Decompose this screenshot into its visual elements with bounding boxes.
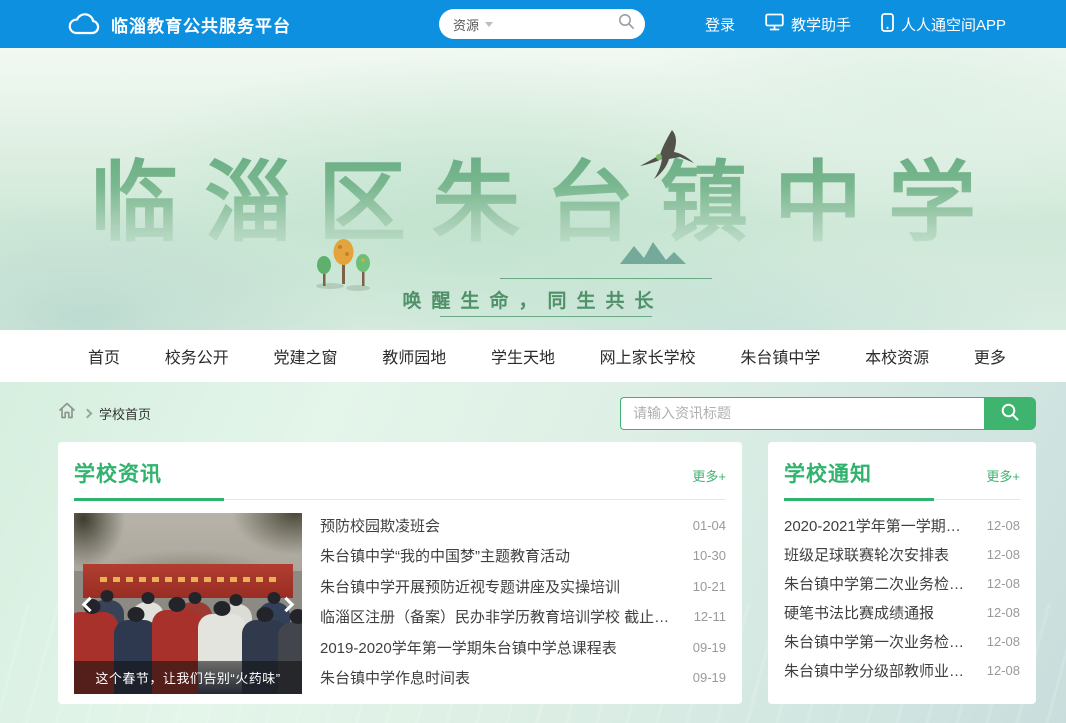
news-item-title[interactable]: 朱台镇中学作息时间表 bbox=[320, 667, 470, 688]
notice-item-title[interactable]: 硬笔书法比赛成绩通报 bbox=[784, 602, 934, 623]
notice-list-item[interactable]: 朱台镇中学第一次业务检查的 12-08 bbox=[784, 631, 1020, 652]
news-item-title[interactable]: 预防校园欺凌班会 bbox=[320, 515, 440, 536]
news-item-title[interactable]: 2019-2020学年第一学期朱台镇中学总课程表 bbox=[320, 637, 617, 658]
notice-item-date: 12-08 bbox=[987, 605, 1020, 620]
news-list-item[interactable]: 朱台镇中学作息时间表 09-19 bbox=[320, 667, 726, 688]
nav-item[interactable]: 网上家长学校 bbox=[600, 344, 696, 368]
school-notice-card: 学校通知 更多+ 2020-2021学年第一学期足球 12-08 班级足球联赛轮… bbox=[768, 442, 1036, 704]
nav-item[interactable]: 党建之窗 bbox=[273, 344, 337, 368]
news-more-link[interactable]: 更多+ bbox=[692, 466, 726, 485]
platform-title: 临淄教育公共服务平台 bbox=[111, 12, 291, 37]
news-list-item[interactable]: 朱台镇中学“我的中国梦”主题教育活动 10-30 bbox=[320, 545, 726, 566]
notice-item-date: 12-08 bbox=[987, 663, 1020, 678]
notice-item-title[interactable]: 班级足球联赛轮次安排表 bbox=[784, 544, 949, 565]
teaching-assistant-link[interactable]: 教学助手 bbox=[765, 13, 851, 35]
notice-item-date: 12-08 bbox=[987, 576, 1020, 591]
nav-item[interactable]: 朱台镇中学 bbox=[740, 344, 820, 368]
news-card-header: 学校资讯 更多+ bbox=[58, 442, 742, 488]
news-item-date: 10-21 bbox=[693, 579, 726, 594]
school-slogan: 唤醒生命，同生共长 bbox=[402, 291, 663, 312]
main-nav: 首页 校务公开 党建之窗 教师园地 学生天地 网上家长学校 朱台镇中学 本校资源… bbox=[0, 330, 1066, 382]
news-list-item[interactable]: 朱台镇中学开展预防近视专题讲座及实操培训 10-21 bbox=[320, 576, 726, 597]
top-bar: 临淄教育公共服务平台 资源 登录 教学助手 bbox=[0, 0, 1066, 48]
breadcrumb-chevron-icon bbox=[83, 409, 93, 419]
chevron-down-icon[interactable] bbox=[485, 22, 493, 27]
news-item-title[interactable]: 朱台镇中学开展预防近视专题讲座及实操培训 bbox=[320, 576, 620, 597]
notice-list-item[interactable]: 硬笔书法比赛成绩通报 12-08 bbox=[784, 602, 1020, 623]
school-name: 临淄区朱台镇中学 bbox=[0, 132, 1066, 259]
slogan-line-bottom bbox=[440, 316, 652, 317]
breadcrumb: 学校首页 bbox=[58, 402, 151, 424]
news-card-title: 学校资讯 bbox=[74, 458, 162, 488]
news-card-body: 这个春节，让我们告别“火药味” 预防校园欺凌班会 01-04 朱台镇中学“我的中… bbox=[58, 501, 742, 694]
home-icon[interactable] bbox=[58, 402, 76, 424]
breadcrumb-current[interactable]: 学校首页 bbox=[99, 404, 151, 423]
notice-card-header: 学校通知 更多+ bbox=[768, 442, 1036, 488]
news-item-date: 09-19 bbox=[693, 640, 726, 655]
nav-item[interactable]: 校务公开 bbox=[165, 344, 229, 368]
notice-list-item[interactable]: 2020-2021学年第一学期足球 12-08 bbox=[784, 515, 1020, 536]
swallow-icon bbox=[636, 128, 698, 185]
slogan-line-top bbox=[500, 278, 712, 279]
news-item-title[interactable]: 朱台镇中学“我的中国梦”主题教育活动 bbox=[320, 545, 570, 566]
renrentong-app-label: 人人通空间APP bbox=[901, 14, 1006, 35]
notice-item-date: 12-08 bbox=[987, 518, 1020, 533]
news-list: 预防校园欺凌班会 01-04 朱台镇中学“我的中国梦”主题教育活动 10-30 … bbox=[320, 513, 726, 694]
breadcrumb-row: 学校首页 bbox=[0, 396, 1066, 430]
notice-list-item[interactable]: 班级足球联赛轮次安排表 12-08 bbox=[784, 544, 1020, 565]
search-icon[interactable] bbox=[618, 13, 635, 35]
notice-item-date: 12-08 bbox=[987, 547, 1020, 562]
news-item-title[interactable]: 临淄区注册（备案）民办非学历教育培训学校 截止2019 bbox=[320, 606, 675, 627]
nav-item[interactable]: 首页 bbox=[88, 344, 120, 368]
news-item-date: 09-19 bbox=[693, 670, 726, 685]
login-label: 登录 bbox=[705, 14, 735, 35]
notice-card-title: 学校通知 bbox=[784, 458, 872, 488]
monitor-icon bbox=[765, 13, 784, 35]
notice-list: 2020-2021学年第一学期足球 12-08 班级足球联赛轮次安排表 12-0… bbox=[768, 501, 1036, 697]
notice-item-title[interactable]: 朱台镇中学第一次业务检查的 bbox=[784, 631, 974, 652]
search-icon bbox=[1000, 402, 1020, 425]
news-card-divider bbox=[74, 498, 726, 501]
login-link[interactable]: 登录 bbox=[705, 14, 735, 35]
news-carousel[interactable]: 这个春节，让我们告别“火药味” bbox=[74, 513, 302, 694]
notice-item-date: 12-08 bbox=[987, 634, 1020, 649]
news-item-date: 12-11 bbox=[694, 609, 726, 624]
notice-list-item[interactable]: 朱台镇中学第二次业务检查的 12-08 bbox=[784, 573, 1020, 594]
school-news-card: 学校资讯 更多+ 这个春节，让我们告别“火药味” bbox=[58, 442, 742, 704]
cards-row: 学校资讯 更多+ 这个春节，让我们告别“火药味” bbox=[0, 430, 1066, 704]
notice-more-link[interactable]: 更多+ bbox=[986, 466, 1020, 485]
global-search[interactable]: 资源 bbox=[439, 9, 645, 39]
teaching-assistant-label: 教学助手 bbox=[791, 14, 851, 35]
article-search-input[interactable] bbox=[620, 397, 984, 430]
news-item-date: 10-30 bbox=[693, 548, 726, 563]
top-links: 登录 教学助手 人人通空间APP bbox=[705, 13, 1006, 36]
news-list-item[interactable]: 临淄区注册（备案）民办非学历教育培训学校 截止2019 12-11 bbox=[320, 606, 726, 627]
mountain-icon bbox=[620, 240, 686, 269]
school-banner: 临淄区朱台镇中学 唤醒生命，同生共长 bbox=[0, 48, 1066, 330]
notice-card-divider bbox=[784, 498, 1020, 501]
nav-item[interactable]: 学生天地 bbox=[491, 344, 555, 368]
renrentong-app-link[interactable]: 人人通空间APP bbox=[881, 13, 1006, 36]
news-list-item[interactable]: 2019-2020学年第一学期朱台镇中学总课程表 09-19 bbox=[320, 637, 726, 658]
notice-item-title[interactable]: 2020-2021学年第一学期足球 bbox=[784, 515, 974, 536]
article-search-button[interactable] bbox=[984, 397, 1036, 430]
nav-item[interactable]: 教师园地 bbox=[382, 344, 446, 368]
search-scope-select[interactable]: 资源 bbox=[453, 15, 479, 34]
phone-icon bbox=[881, 13, 894, 36]
carousel-photo bbox=[74, 513, 302, 571]
slogan-wrap: 唤醒生命，同生共长 bbox=[0, 286, 1066, 313]
news-item-date: 01-04 bbox=[693, 518, 726, 533]
content-area: 学校首页 学校资讯 更多+ bbox=[0, 382, 1066, 723]
notice-item-title[interactable]: 朱台镇中学分级部教师业务展 bbox=[784, 660, 974, 681]
notice-item-title[interactable]: 朱台镇中学第二次业务检查的 bbox=[784, 573, 974, 594]
cloud-icon bbox=[68, 12, 101, 36]
nav-item[interactable]: 更多 bbox=[974, 344, 1006, 368]
nav-item[interactable]: 本校资源 bbox=[865, 344, 929, 368]
article-search bbox=[620, 397, 1036, 430]
platform-brand[interactable]: 临淄教育公共服务平台 bbox=[68, 12, 291, 37]
carousel-caption[interactable]: 这个春节，让我们告别“火药味” bbox=[74, 661, 302, 694]
news-list-item[interactable]: 预防校园欺凌班会 01-04 bbox=[320, 515, 726, 536]
notice-list-item[interactable]: 朱台镇中学分级部教师业务展 12-08 bbox=[784, 660, 1020, 681]
